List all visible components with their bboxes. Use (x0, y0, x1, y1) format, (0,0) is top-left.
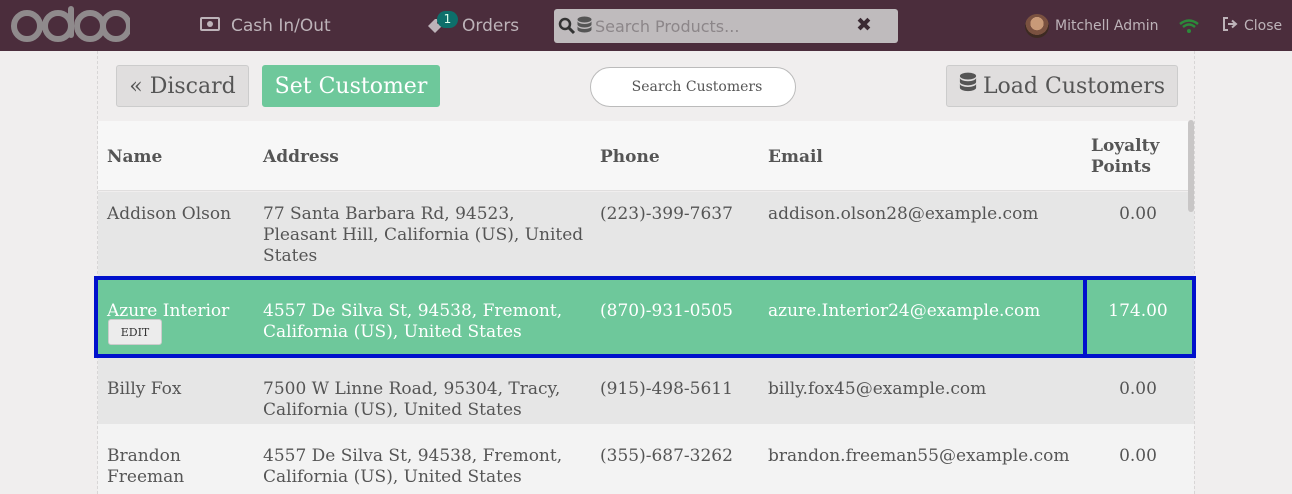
customer-name: Billy Fox (107, 379, 182, 399)
column-header-name: Name (107, 147, 163, 167)
user-name: Mitchell Admin (1055, 17, 1159, 34)
customer-list-screen: « Discard Set Customer Search Customers … (97, 51, 1195, 494)
close-button[interactable]: Close (1222, 0, 1282, 51)
orders-label: Orders (462, 15, 520, 36)
money-icon (200, 16, 231, 36)
search-customers-input[interactable]: Search Customers (590, 67, 796, 107)
clear-icon[interactable]: ✖ (856, 14, 872, 36)
table-row[interactable]: Brandon Freeman 4557 De Silva St, 94538,… (98, 424, 1194, 494)
sign-out-icon (1222, 16, 1244, 35)
edit-customer-button[interactable]: EDIT (108, 319, 162, 345)
database-icon (959, 72, 983, 100)
user-menu[interactable]: Mitchell Admin (1025, 0, 1159, 51)
column-header-email: Email (768, 147, 823, 167)
table-row-selected[interactable]: Azure Interior EDIT 4557 De Silva St, 94… (98, 276, 1194, 358)
customer-name: Addison Olson (107, 204, 232, 224)
load-customers-label: Load Customers (982, 73, 1166, 99)
customer-email: brandon.freeman55@example.com (768, 446, 1070, 466)
customer-email: addison.olson28@example.com (768, 204, 1039, 224)
search-products-input[interactable]: Search Products... ✖ (554, 9, 898, 43)
load-customers-button[interactable]: Load Customers (946, 65, 1178, 107)
customer-loyalty-points: 174.00 (1108, 301, 1168, 321)
cash-in-out-button[interactable]: Cash In/Out (200, 0, 331, 51)
column-header-phone: Phone (600, 147, 660, 167)
selected-row-divider (1083, 276, 1087, 358)
customer-phone: (870)-931-0505 (600, 301, 733, 321)
orders-count-badge: 1 (437, 11, 458, 28)
customer-address: 4557 De Silva St, 94538, Fremont, Califo… (263, 301, 563, 342)
cash-in-out-label: Cash In/Out (231, 15, 331, 36)
odoo-logo (10, 5, 132, 49)
customer-loyalty-points: 0.00 (1119, 446, 1157, 466)
table-header: Name Address Phone Email Loyalty Points (98, 121, 1194, 191)
customer-name: Brandon Freeman (107, 446, 185, 487)
orders-button[interactable]: 1 Orders (424, 0, 519, 51)
database-icon (577, 16, 592, 39)
column-header-loyalty-points: Loyalty Points (1091, 136, 1160, 177)
customer-loyalty-points: 0.00 (1119, 379, 1157, 399)
customer-email: billy.fox45@example.com (768, 379, 987, 399)
customer-address: 7500 W Linne Road, 95304, Tracy, Califor… (263, 379, 561, 420)
discard-button[interactable]: « Discard (116, 65, 249, 107)
set-customer-button[interactable]: Set Customer (262, 65, 440, 107)
customer-phone: (915)-498-5611 (600, 379, 733, 399)
avatar (1025, 13, 1049, 38)
customer-address: 77 Santa Barbara Rd, 94523, Pleasant Hil… (263, 204, 584, 266)
wifi-icon (1179, 0, 1199, 51)
close-label: Close (1244, 17, 1283, 34)
table-scrollbar[interactable] (1188, 120, 1194, 212)
customer-phone: (355)-687-3262 (600, 446, 733, 466)
search-products-placeholder: Search Products... (595, 17, 740, 36)
search-icon (558, 17, 576, 39)
customer-phone: (223)-399-7637 (600, 204, 733, 224)
top-bar: Cash In/Out 1 Orders Search Products... … (0, 0, 1292, 51)
table-row[interactable]: Billy Fox 7500 W Linne Road, 95304, Trac… (98, 358, 1194, 424)
table-row[interactable]: Addison Olson 77 Santa Barbara Rd, 94523… (98, 192, 1194, 276)
customer-loyalty-points: 0.00 (1119, 204, 1157, 224)
customer-address: 4557 De Silva St, 94538, Fremont, Califo… (263, 446, 563, 487)
column-header-address: Address (263, 147, 339, 167)
customer-email: azure.Interior24@example.com (768, 301, 1041, 321)
